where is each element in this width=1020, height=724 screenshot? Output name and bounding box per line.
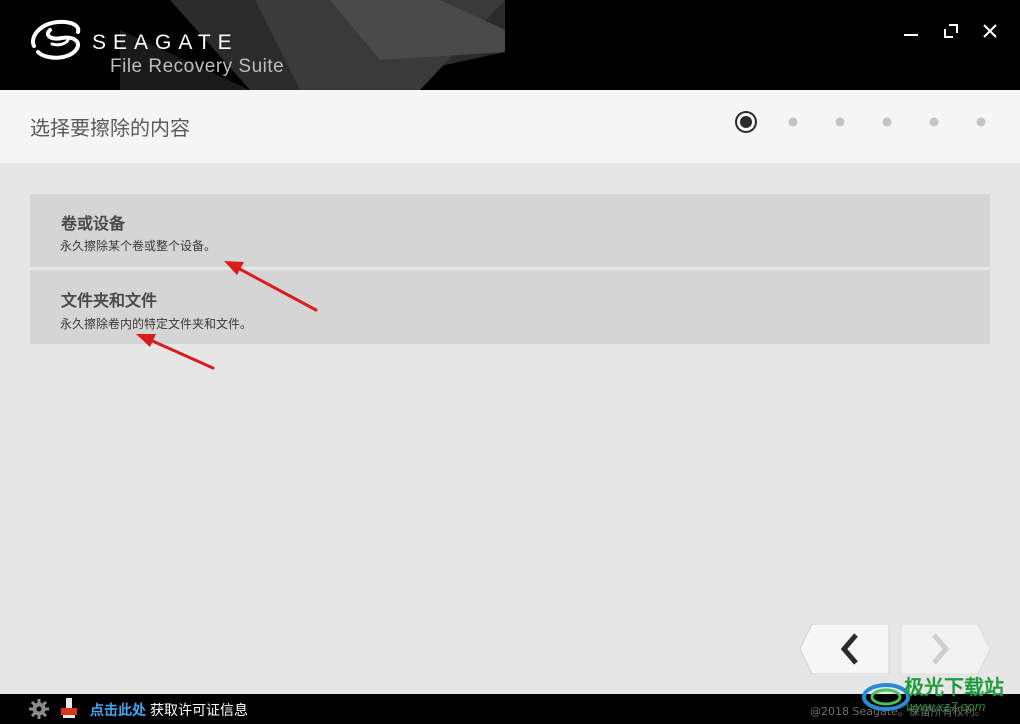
option-title: 卷或设备 xyxy=(61,214,126,233)
page-title-bar: 选择要擦除的内容 xyxy=(0,90,1020,163)
minimize-button[interactable] xyxy=(898,18,924,44)
option-folders-and-files[interactable]: 文件夹和文件 永久擦除卷内的特定文件夹和文件。 xyxy=(30,270,990,344)
license-link[interactable]: 点击此处 xyxy=(90,700,146,720)
watermark-text: 极光下载站 xyxy=(904,675,1004,699)
seagate-logo-icon xyxy=(31,19,81,60)
close-icon xyxy=(983,24,997,38)
maximize-button[interactable] xyxy=(938,18,964,44)
minimize-icon xyxy=(904,34,918,36)
license-icon[interactable] xyxy=(61,698,77,718)
option-description: 永久擦除卷内的特定文件夹和文件。 xyxy=(60,317,253,331)
page-title: 选择要擦除的内容 xyxy=(30,116,190,140)
license-info-text: 获取许可证信息 xyxy=(150,703,248,719)
product-name: File Recovery Suite xyxy=(110,56,285,77)
step-indicator-6 xyxy=(976,117,986,127)
option-description: 永久擦除某个卷或整个设备。 xyxy=(60,239,217,253)
step-indicator-4 xyxy=(882,117,892,127)
app-header: SEAGATE File Recovery Suite xyxy=(0,0,1020,90)
maximize-icon xyxy=(944,24,958,38)
step-indicator-5 xyxy=(929,117,939,127)
watermark-url: www.xz7.com xyxy=(906,699,986,714)
option-volume-or-device[interactable]: 卷或设备 永久擦除某个卷或整个设备。 xyxy=(30,194,990,267)
step-indicator-1 xyxy=(740,116,752,128)
option-title: 文件夹和文件 xyxy=(61,291,158,310)
brand-name: SEAGATE xyxy=(92,31,239,54)
gear-icon[interactable] xyxy=(29,699,49,719)
close-button[interactable] xyxy=(977,18,1003,44)
step-indicator-3 xyxy=(835,117,845,127)
step-indicator-2 xyxy=(788,117,798,127)
